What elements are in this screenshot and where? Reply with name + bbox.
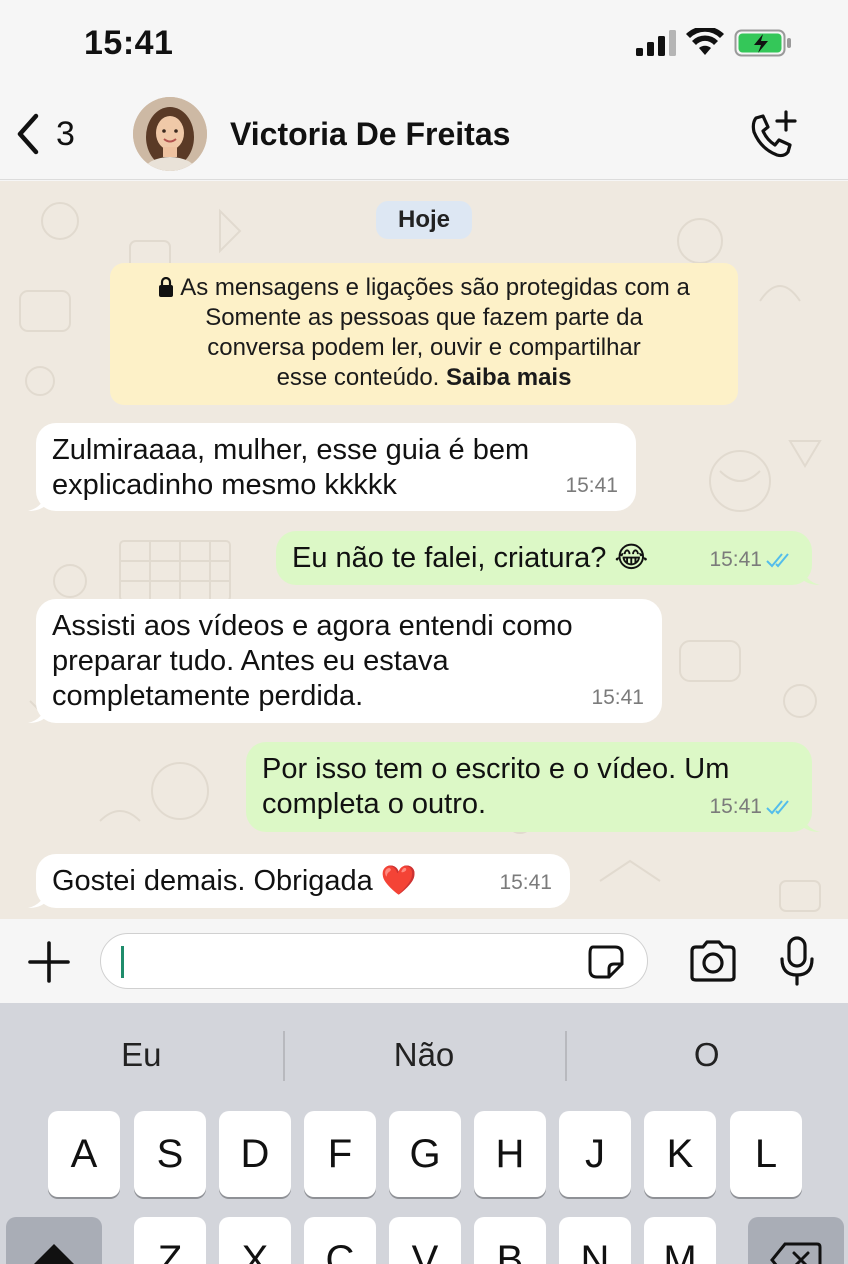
add-call-icon[interactable] <box>744 108 800 162</box>
incoming-message[interactable]: Gostei demais. Obrigada ❤️ 15:41 <box>28 854 570 908</box>
key-j[interactable]: J <box>559 1111 631 1197</box>
key-b[interactable]: B <box>474 1217 546 1264</box>
backspace-icon <box>770 1242 822 1264</box>
message-text-line: preparar tudo. Antes eu estava <box>52 645 449 677</box>
notice-line-3: conversa podem ler, ouvir e compartilhar <box>207 334 641 361</box>
shift-icon <box>34 1244 74 1264</box>
avatar-photo <box>133 97 207 171</box>
message-text-line: Zulmiraaaa, mulher, esse guia é bem <box>52 434 530 466</box>
message-time: 15:41 <box>565 474 618 497</box>
message-input[interactable] <box>100 933 648 989</box>
message-time: 15:41 <box>591 686 644 709</box>
incoming-message[interactable]: Assisti aos vídeos e agora entendi como … <box>28 599 662 723</box>
suggestion-item[interactable]: Não <box>282 1017 566 1093</box>
notice-line-2: Somente as pessoas que fazem parte da <box>205 304 643 331</box>
contact-name[interactable]: Victoria De Freitas <box>230 116 510 153</box>
camera-icon[interactable] <box>688 939 738 983</box>
message-composer <box>0 919 848 1003</box>
key-l[interactable]: L <box>730 1111 802 1197</box>
key-x[interactable]: X <box>219 1217 291 1264</box>
outgoing-message[interactable]: Eu não te falei, criatura? 😂 15:41 <box>276 531 820 585</box>
message-text-line: explicadinho mesmo kkkkk <box>52 469 397 501</box>
chat-area[interactable]: Hoje As mensagens e ligações são protegi… <box>0 181 848 919</box>
delete-key[interactable] <box>748 1217 844 1264</box>
battery-charging-icon <box>734 29 791 57</box>
key-f[interactable]: F <box>304 1111 376 1197</box>
message-text-line: completamente perdida. <box>52 680 364 712</box>
keyboard: Eu Não O A S D F G H J K L Z X C V B N M <box>0 1003 848 1264</box>
key-h[interactable]: H <box>474 1111 546 1197</box>
message-time: 15:41 <box>499 871 552 894</box>
key-a[interactable]: A <box>48 1111 120 1197</box>
text-caret <box>121 946 124 978</box>
bubble-tail <box>802 565 820 585</box>
key-n[interactable]: N <box>559 1217 631 1264</box>
lock-icon <box>159 277 174 297</box>
message-time: 15:41 <box>709 789 794 824</box>
bubble-tail <box>28 491 46 511</box>
message-text-line: Por isso tem o escrito e o vídeo. Um <box>262 753 730 785</box>
key-c[interactable]: C <box>304 1217 376 1264</box>
key-k[interactable]: K <box>644 1111 716 1197</box>
key-v[interactable]: V <box>389 1217 461 1264</box>
chevron-left-icon <box>17 113 39 155</box>
plus-icon[interactable] <box>26 939 72 985</box>
key-s[interactable]: S <box>134 1111 206 1197</box>
key-m[interactable]: M <box>644 1217 716 1264</box>
key-d[interactable]: D <box>219 1111 291 1197</box>
status-bar: 15:41 <box>0 0 848 88</box>
suggestion-item[interactable]: Eu <box>0 1017 283 1093</box>
key-g[interactable]: G <box>389 1111 461 1197</box>
date-separator: Hoje <box>376 201 472 239</box>
read-receipt-icon <box>766 552 789 567</box>
bubble-tail <box>28 703 46 723</box>
notice-line-1: As mensagens e ligações são protegidas c… <box>124 273 724 303</box>
outgoing-message[interactable]: Por isso tem o escrito e o vídeo. Um com… <box>246 742 820 832</box>
suggestion-item[interactable]: O <box>565 1017 848 1093</box>
sticker-icon[interactable] <box>587 944 625 980</box>
incoming-message[interactable]: Zulmiraaaa, mulher, esse guia é bem expl… <box>28 423 636 511</box>
shift-key[interactable] <box>6 1217 102 1264</box>
chat-header: 3 Victoria De Freitas <box>0 88 848 180</box>
message-text: Gostei demais. Obrigada ❤️ <box>52 865 417 897</box>
key-z[interactable]: Z <box>134 1217 206 1264</box>
bubble-tail <box>802 812 820 832</box>
message-time: 15:41 <box>709 542 794 577</box>
back-button[interactable]: 3 <box>14 110 75 158</box>
predictive-suggestions: Eu Não O <box>0 1017 848 1093</box>
wifi-icon <box>686 28 724 55</box>
microphone-icon[interactable] <box>778 935 816 987</box>
cellular-signal-icon <box>636 30 676 56</box>
bubble-tail <box>28 888 46 908</box>
learn-more-link[interactable]: Saiba mais <box>446 364 571 391</box>
unread-count: 3 <box>56 114 75 153</box>
status-time: 15:41 <box>84 24 174 62</box>
read-receipt-icon <box>766 799 789 814</box>
notice-line-4: esse conteúdo. Saiba mais <box>276 364 572 391</box>
message-text-line: Assisti aos vídeos e agora entendi como <box>52 610 573 642</box>
contact-avatar[interactable] <box>133 97 207 171</box>
encryption-notice[interactable]: As mensagens e ligações são protegidas c… <box>110 263 738 405</box>
